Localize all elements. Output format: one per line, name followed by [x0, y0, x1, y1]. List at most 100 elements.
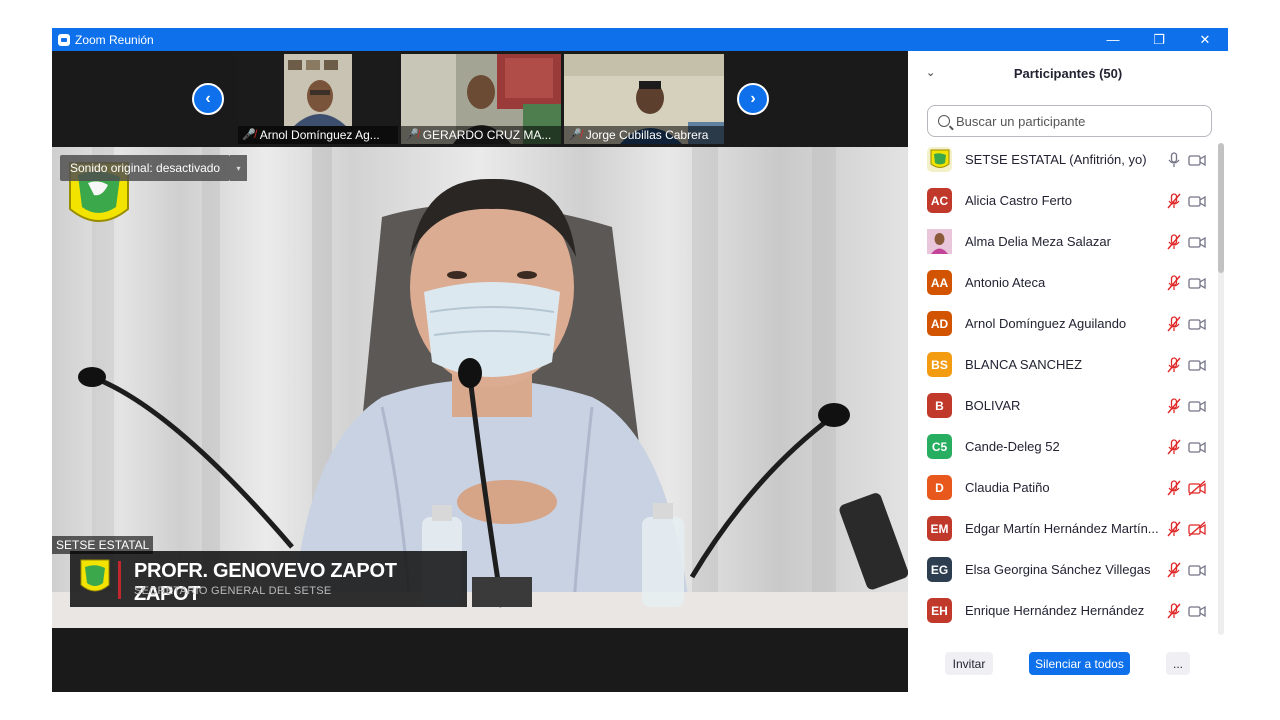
- avatar: [927, 147, 952, 172]
- participant-name: Claudia Patiño: [965, 480, 1050, 495]
- video-thumbnail[interactable]: 🎤̸ Jorge Cubillas Cabrera: [564, 54, 724, 144]
- title-bar: Zoom Reunión — ❐ ✕: [52, 28, 1228, 51]
- participant-row[interactable]: AD Arnol Domínguez Aguilando: [908, 303, 1214, 344]
- more-options-button[interactable]: ...: [1166, 652, 1190, 675]
- participant-row[interactable]: EG Elsa Georgina Sánchez Villegas: [908, 549, 1214, 590]
- video-off-icon[interactable]: [1188, 520, 1206, 537]
- participant-row[interactable]: D Claudia Patiño: [908, 467, 1214, 508]
- avatar: AC: [927, 188, 952, 213]
- participant-name: Elsa Georgina Sánchez Villegas: [965, 562, 1151, 577]
- muted-microphone-icon[interactable]: [1166, 602, 1182, 619]
- avatar: D: [927, 475, 952, 500]
- participant-row[interactable]: B BOLIVAR: [908, 385, 1214, 426]
- invite-button[interactable]: Invitar: [945, 652, 993, 675]
- participant-row[interactable]: AC Alicia Castro Ferto: [908, 180, 1214, 221]
- speaker-role: SECRETARIO GENERAL DEL SETSE: [134, 585, 332, 597]
- participant-name: Alicia Castro Ferto: [965, 193, 1072, 208]
- speaker-name: PROFR. GENOVEVO ZAPOT ZAPOT: [134, 560, 397, 605]
- video-camera-icon[interactable]: [1188, 152, 1206, 168]
- muted-microphone-icon[interactable]: [1166, 479, 1182, 496]
- scrollbar-thumb[interactable]: [1218, 143, 1224, 273]
- video-camera-icon[interactable]: [1188, 193, 1206, 209]
- participant-name: BLANCA SANCHEZ: [965, 357, 1083, 372]
- chevron-right-icon: ›: [750, 90, 756, 107]
- thumbnail-strip: ‹ 🎤̸ Arnol Domínguez Ag... 🎤̸ GERARDO CR…: [52, 51, 908, 147]
- restore-button[interactable]: ❐: [1136, 28, 1182, 51]
- participant-name: Cande-Deleg 52: [965, 439, 1060, 454]
- participant-scrollbar[interactable]: [1218, 143, 1224, 635]
- panel-footer: Invitar Silenciar a todos ...: [908, 646, 1228, 692]
- original-sound-toggle[interactable]: Sonido original: desactivado: [60, 155, 231, 181]
- prev-page-button[interactable]: ‹: [192, 83, 224, 115]
- participants-panel: ⌄ Participantes (50) SETSE ESTATAL (Anfi…: [908, 51, 1228, 692]
- avatar: AA: [927, 270, 952, 295]
- video-camera-icon[interactable]: [1188, 234, 1206, 250]
- video-camera-icon[interactable]: [1188, 562, 1206, 578]
- muted-microphone-icon[interactable]: [1166, 397, 1182, 414]
- participant-name: Alma Delia Meza Salazar: [965, 234, 1111, 249]
- video-camera-icon[interactable]: [1188, 357, 1206, 373]
- muted-microphone-icon[interactable]: [1166, 438, 1182, 455]
- thumbnail-name: 🎤̸ GERARDO CRUZ MA...: [401, 126, 561, 144]
- avatar: AD: [927, 311, 952, 336]
- muted-mic-icon: 🎤̸: [405, 129, 419, 141]
- avatar: C5: [927, 434, 952, 459]
- participant-row[interactable]: AA Antonio Ateca: [908, 262, 1214, 303]
- avatar: EG: [927, 557, 952, 582]
- avatar: B: [927, 393, 952, 418]
- participant-name: Arnol Domínguez Aguilando: [965, 316, 1127, 331]
- muted-mic-icon: 🎤̸: [568, 129, 582, 141]
- zoom-logo-icon: [58, 33, 70, 46]
- participant-row[interactable]: SETSE ESTATAL (Anfitrión, yo): [908, 139, 1214, 180]
- search-input[interactable]: [956, 113, 1196, 129]
- participant-name: BOLIVAR: [965, 398, 1021, 413]
- minimize-button[interactable]: —: [1090, 28, 1136, 51]
- thumbnail-name: 🎤̸ Arnol Domínguez Ag...: [238, 126, 398, 144]
- avatar: BS: [927, 352, 952, 377]
- search-icon: [938, 115, 950, 127]
- lower-third-divider: [118, 561, 121, 599]
- muted-microphone-icon[interactable]: [1166, 233, 1182, 250]
- muted-microphone-icon[interactable]: [1166, 274, 1182, 291]
- muted-mic-icon: 🎤̸: [242, 129, 256, 141]
- video-camera-icon[interactable]: [1188, 316, 1206, 332]
- next-page-button[interactable]: ›: [737, 83, 769, 115]
- active-speaker-video: Sonido original: desactivado ▾ PROFR. GE…: [52, 147, 908, 628]
- muted-microphone-icon[interactable]: [1166, 356, 1182, 373]
- video-thumbnail[interactable]: 🎤̸ GERARDO CRUZ MA...: [401, 54, 561, 144]
- avatar: [927, 229, 952, 254]
- window-title: Zoom Reunión: [75, 32, 154, 47]
- video-camera-icon[interactable]: [1188, 603, 1206, 619]
- thumbnail-name-text: Arnol Domínguez Ag...: [259, 128, 380, 142]
- participant-row[interactable]: EM Edgar Martín Hernández Martín...: [908, 508, 1214, 549]
- collapse-chevron-icon[interactable]: ⌄: [926, 66, 935, 79]
- microphone-icon[interactable]: [1166, 151, 1182, 168]
- thumbnail-name-text: GERARDO CRUZ MA...: [422, 128, 552, 142]
- muted-microphone-icon[interactable]: [1166, 561, 1182, 578]
- participant-row[interactable]: EH Enrique Hernández Hernández: [908, 590, 1214, 631]
- video-camera-icon[interactable]: [1188, 439, 1206, 455]
- participant-name: Antonio Ateca: [965, 275, 1046, 290]
- participant-row[interactable]: C5 Cande-Deleg 52: [908, 426, 1214, 467]
- video-camera-icon[interactable]: [1188, 398, 1206, 414]
- avatar: EH: [927, 598, 952, 623]
- participant-name: SETSE ESTATAL (Anfitrión, yo): [965, 152, 1147, 167]
- video-thumbnail[interactable]: 🎤̸ Arnol Domínguez Ag...: [238, 54, 398, 144]
- close-button[interactable]: ✕: [1182, 28, 1228, 51]
- active-speaker-label: SETSE ESTATAL: [52, 536, 154, 554]
- muted-microphone-icon[interactable]: [1166, 192, 1182, 209]
- avatar: EM: [927, 516, 952, 541]
- video-off-icon[interactable]: [1188, 479, 1206, 496]
- video-camera-icon[interactable]: [1188, 275, 1206, 291]
- muted-microphone-icon[interactable]: [1166, 315, 1182, 332]
- window-controls: — ❐ ✕: [1090, 28, 1228, 51]
- participant-row[interactable]: Alma Delia Meza Salazar: [908, 221, 1214, 262]
- mute-all-button[interactable]: Silenciar a todos: [1029, 652, 1130, 675]
- muted-microphone-icon[interactable]: [1166, 520, 1182, 537]
- participant-name: Enrique Hernández Hernández: [965, 603, 1145, 618]
- video-area: ‹ 🎤̸ Arnol Domínguez Ag... 🎤̸ GERARDO CR…: [52, 51, 908, 692]
- participant-name: Edgar Martín Hernández Martín...: [965, 521, 1159, 536]
- original-sound-dropdown[interactable]: ▾: [230, 155, 247, 181]
- participant-row[interactable]: BS BLANCA SANCHEZ: [908, 344, 1214, 385]
- participant-search[interactable]: [927, 105, 1212, 137]
